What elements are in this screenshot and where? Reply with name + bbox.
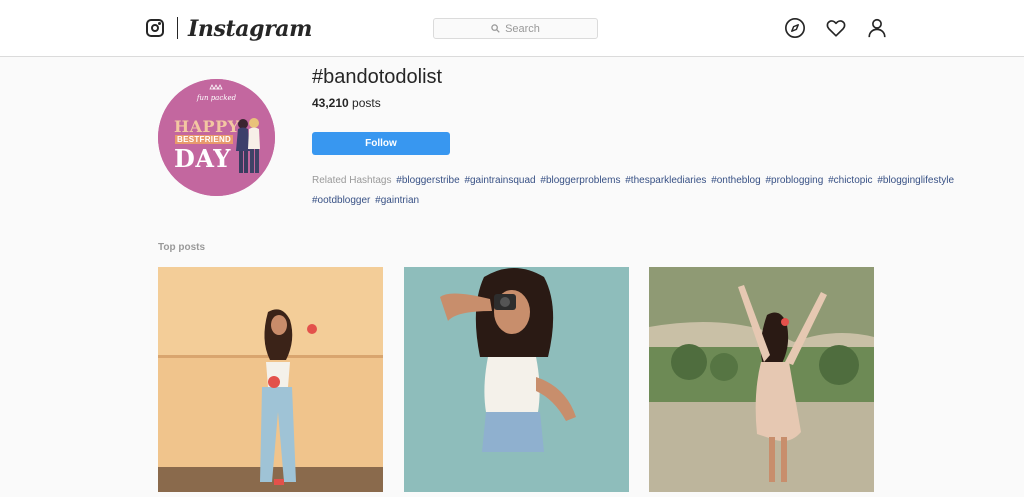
top-posts-heading: Top posts xyxy=(158,242,206,253)
logo-divider xyxy=(177,17,178,39)
compass-icon[interactable] xyxy=(784,17,806,39)
instagram-glyph-icon[interactable] xyxy=(146,19,164,37)
related-hashtag-link[interactable]: #chictopic xyxy=(828,175,872,186)
instagram-wordmark[interactable]: Instagram xyxy=(188,14,312,44)
follow-button[interactable]: Follow xyxy=(312,132,450,155)
related-hashtag-link[interactable]: #gaintrainsquad xyxy=(464,175,535,186)
related-hashtag-link[interactable]: #bloggerproblems xyxy=(540,175,620,186)
related-hashtags: Related Hashtags #bloggerstribe #gaintra… xyxy=(312,171,992,211)
avatar-text-line1: HAPPY xyxy=(174,117,240,136)
search-placeholder: Search xyxy=(505,22,540,35)
related-hashtag-link[interactable]: #thesparklediaries xyxy=(625,175,706,186)
post-photo xyxy=(158,267,383,492)
related-hashtag-link[interactable]: #gaintrian xyxy=(375,195,419,206)
search-input[interactable]: Search xyxy=(433,18,598,39)
related-hashtag-link[interactable]: #problogging xyxy=(765,175,823,186)
top-post-thumbnail[interactable] xyxy=(158,267,383,492)
post-photo xyxy=(404,267,629,492)
avatar-text-line2: BESTFRIEND xyxy=(175,135,234,144)
related-hashtags-label: Related Hashtags xyxy=(312,175,392,186)
top-navigation-bar: Instagram Search xyxy=(0,0,1024,57)
avatar-text-line3: DAY xyxy=(174,144,231,173)
post-photo xyxy=(649,267,874,492)
heart-icon[interactable] xyxy=(825,17,847,39)
hashtag-avatar: fun packed HAPPY BESTFRIEND DAY xyxy=(158,79,275,196)
post-count: 43,210 posts xyxy=(312,95,381,111)
avatar-brand-text: fun packed xyxy=(196,94,237,102)
post-count-suffix: posts xyxy=(348,96,381,110)
search-icon xyxy=(491,24,500,33)
profile-icon[interactable] xyxy=(866,17,888,39)
related-hashtag-link[interactable]: #bloggerstribe xyxy=(396,175,459,186)
hashtag-title: #bandotodolist xyxy=(312,66,443,88)
post-count-number: 43,210 xyxy=(312,96,349,110)
top-post-thumbnail[interactable] xyxy=(404,267,629,492)
related-hashtag-link[interactable]: #ontheblog xyxy=(711,175,761,186)
related-hashtag-link[interactable]: #ootdblogger xyxy=(312,195,370,206)
related-hashtag-link[interactable]: #blogginglifestyle xyxy=(877,175,954,186)
top-post-thumbnail[interactable] xyxy=(649,267,874,492)
